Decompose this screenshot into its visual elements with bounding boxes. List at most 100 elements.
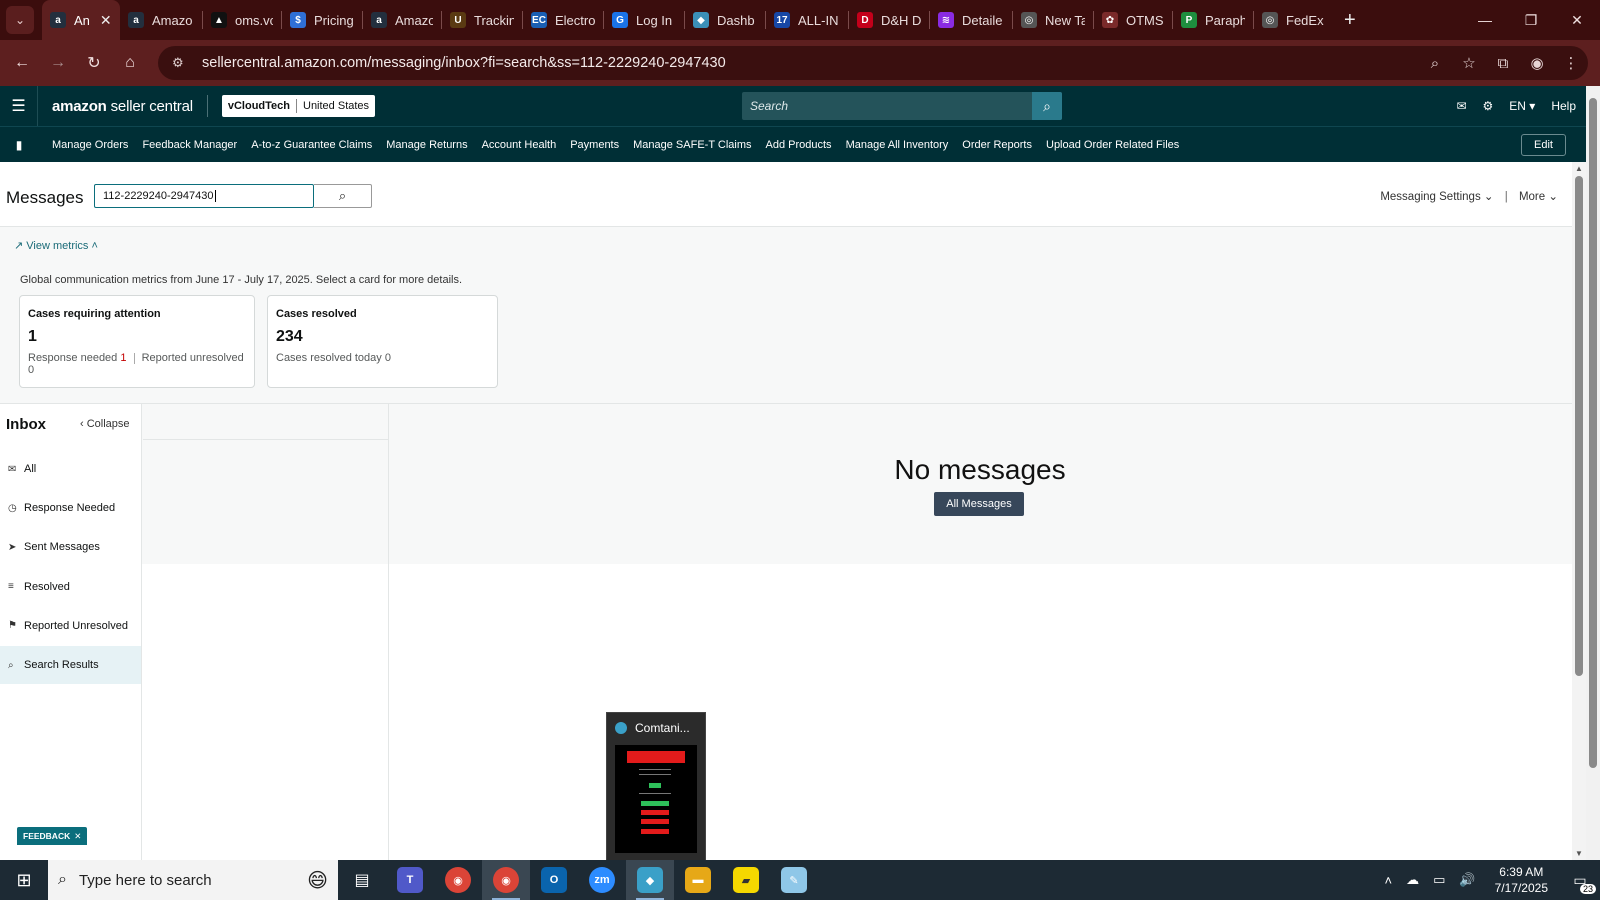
browser-tab[interactable]: ▲ oms.vc [203, 0, 281, 40]
taskbar-search-box[interactable]: ⌕ Type here to search 😄 [48, 860, 338, 900]
forward-icon[interactable]: → [40, 45, 76, 81]
nav-link[interactable]: Manage Returns [386, 139, 467, 151]
browser-tab[interactable]: a Amazo [120, 0, 202, 40]
seller-search-button[interactable]: ⌕ [1032, 92, 1062, 120]
chrome-icon[interactable]: ◉ [434, 860, 482, 900]
volume-icon[interactable]: 🔊 [1459, 872, 1475, 888]
browser-tab[interactable]: $ Pricing [282, 0, 362, 40]
extensions-icon[interactable]: ⧉ [1486, 55, 1520, 72]
close-tab-icon[interactable]: ✕ [100, 12, 112, 29]
comtani-app-icon[interactable]: ◆ [626, 860, 674, 900]
feedback-tab[interactable]: FEEDBACK ✕ [17, 827, 88, 845]
tab-search-menu-button[interactable]: ⌄ [6, 6, 34, 34]
browser-tab[interactable]: ≋ Detaile [930, 0, 1012, 40]
network-icon[interactable]: ▭ [1433, 872, 1445, 888]
account-switcher[interactable]: vCloudTech United States [221, 95, 376, 117]
nav-link[interactable]: Add Products [766, 139, 832, 151]
inbox-folder-item[interactable]: ➤ Sent Messages [0, 528, 141, 566]
restore-button[interactable]: ❐ [1508, 0, 1554, 40]
close-icon[interactable]: ✕ [74, 831, 81, 842]
nav-link[interactable]: Order Reports [962, 139, 1032, 151]
browser-tab[interactable]: G Log In [604, 0, 684, 40]
clock[interactable]: 6:39 AM 7/17/2025 [1495, 864, 1548, 896]
language-selector[interactable]: EN ▾ [1509, 99, 1535, 113]
new-tab-button[interactable]: + [1344, 9, 1356, 32]
bookmark-icon[interactable]: ▮ [0, 138, 38, 152]
page-scrollbar[interactable]: ▲ ▼ [1572, 162, 1586, 860]
nav-link[interactable]: Feedback Manager [142, 139, 237, 151]
browser-tab[interactable]: ◎ FedEx [1254, 0, 1334, 40]
nav-link[interactable]: Manage Orders [52, 139, 128, 151]
browser-menu-icon[interactable]: ⋮ [1554, 54, 1588, 72]
resolved-card[interactable]: Cases resolved 234 Cases resolved today … [267, 295, 498, 388]
settings-gear-icon[interactable]: ⚙ [1483, 99, 1494, 113]
seller-search-input[interactable]: Search [742, 92, 1062, 120]
all-messages-button[interactable]: All Messages [934, 492, 1024, 516]
browser-tab[interactable]: ✿ OTMS [1094, 0, 1172, 40]
scroll-up-icon[interactable]: ▲ [1572, 164, 1586, 173]
browser-tab[interactable]: a Amazo [363, 0, 441, 40]
mail-icon[interactable]: ✉ [1456, 99, 1466, 113]
paraph-icon: P [1181, 12, 1197, 28]
notification-center-icon[interactable]: ▭ 23 [1560, 860, 1600, 900]
inbox-folder-item[interactable]: ◷ Response Needed [0, 489, 141, 527]
help-link[interactable]: Help [1551, 99, 1576, 113]
nav-link[interactable]: A-to-z Guarantee Claims [251, 139, 372, 151]
windows-start-icon[interactable]: ⊞ [0, 860, 48, 900]
view-metrics-toggle[interactable]: ↗ View metrics ˄ [14, 239, 98, 252]
messaging-settings-link[interactable]: Messaging Settings ⌄ [1380, 191, 1493, 203]
browser-tab[interactable]: 17 ALL-IN [766, 0, 848, 40]
minimize-button[interactable]: — [1462, 0, 1508, 40]
browser-tab[interactable]: a An ✕ [42, 0, 120, 40]
collapse-button[interactable]: ‹ Collapse [80, 418, 130, 430]
message-search-button[interactable]: ⌕ [314, 184, 372, 208]
onedrive-icon[interactable]: ☁ [1406, 872, 1419, 888]
address-bar[interactable]: ⚙ sellercentral.amazon.com/messaging/inb… [158, 46, 1588, 80]
bookmark-star-icon[interactable]: ☆ [1452, 54, 1486, 72]
browser-tab[interactable]: D D&H D [849, 0, 929, 40]
inbox-folder-item[interactable]: ✉ All [0, 450, 141, 488]
nav-link[interactable]: Upload Order Related Files [1046, 139, 1179, 151]
chrome-profile-icon[interactable]: ◉ [482, 860, 530, 900]
site-info-icon[interactable]: ⚙ [172, 55, 190, 71]
taskbar-window-preview[interactable]: Comtani... [606, 712, 706, 862]
sub-divider [133, 352, 135, 364]
inbox-folder-item[interactable]: ≡ Resolved [0, 568, 141, 606]
profile-icon[interactable]: ◉ [1520, 54, 1554, 72]
message-search-input[interactable]: 112-2229240-2947430 [94, 184, 314, 208]
inbox-folder-item[interactable]: ⚑ Reported Unresolved [0, 607, 141, 645]
amazon-seller-central-logo[interactable]: amazon seller central [52, 98, 193, 115]
scrollbar-thumb[interactable] [1575, 176, 1583, 676]
browser-tab[interactable]: U Trackin [442, 0, 522, 40]
browser-tab[interactable]: P Paraph [1173, 0, 1253, 40]
outlook-icon[interactable]: O [530, 860, 578, 900]
reload-icon[interactable]: ↻ [76, 45, 112, 81]
window-scrollbar-thumb[interactable] [1589, 98, 1597, 768]
zoom-icon[interactable]: zm [578, 860, 626, 900]
file-explorer-icon[interactable]: ▬ [674, 860, 722, 900]
nav-link[interactable]: Manage All Inventory [846, 139, 949, 151]
nav-link[interactable]: Manage SAFE-T Claims [633, 139, 751, 151]
inbox-folder-item[interactable]: ⌕ Search Results [0, 646, 141, 684]
edit-nav-button[interactable]: Edit [1521, 134, 1566, 156]
browser-tab[interactable]: ◆ Dashb [685, 0, 765, 40]
nav-link[interactable]: Account Health [482, 139, 557, 151]
scroll-down-icon[interactable]: ▼ [1572, 849, 1586, 858]
sticky-notes-icon[interactable]: ▰ [722, 860, 770, 900]
hamburger-menu-icon[interactable]: ☰ [0, 86, 38, 126]
teams-icon[interactable]: T [386, 860, 434, 900]
browser-tab[interactable]: ◎ New Ta [1013, 0, 1093, 40]
browser-tab[interactable]: EC Electro [523, 0, 603, 40]
nav-link[interactable]: Payments [570, 139, 619, 151]
system-tray: ˄ ☁ ▭ 🔊 6:39 AM 7/17/2025 ▭ 23 [1378, 860, 1600, 900]
zoom-icon[interactable]: ⌕ [1418, 55, 1452, 72]
chevron-up-icon[interactable]: ˄ [1385, 873, 1393, 888]
more-menu[interactable]: More ⌄ [1519, 191, 1558, 203]
close-window-button[interactable]: ✕ [1554, 0, 1600, 40]
attention-card[interactable]: Cases requiring attention 1 Response nee… [19, 295, 255, 388]
window-scrollbar[interactable] [1586, 86, 1600, 860]
notepad-icon[interactable]: ✎ [770, 860, 818, 900]
home-icon[interactable]: ⌂ [112, 45, 148, 81]
task-view-icon[interactable]: ▤ [338, 860, 386, 900]
back-icon[interactable]: ← [4, 45, 40, 81]
